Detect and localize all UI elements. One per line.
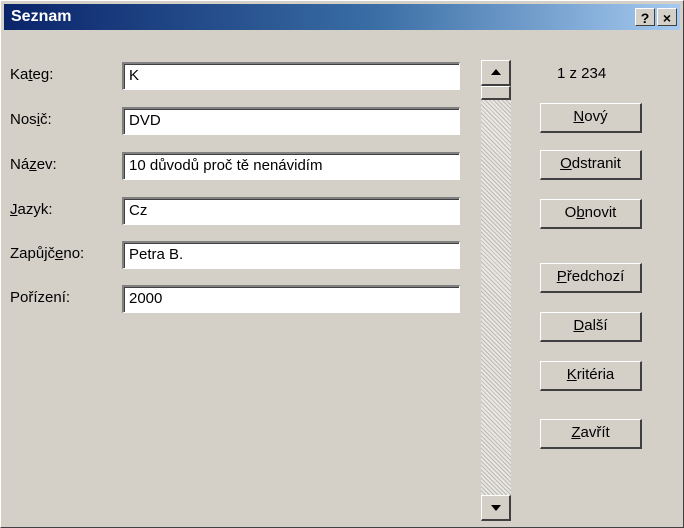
scroll-up-button[interactable] (481, 60, 511, 86)
record-counter: 1 z 234 (557, 65, 607, 82)
scroll-thumb[interactable] (481, 86, 511, 100)
jazyk-field[interactable]: Cz (122, 197, 460, 225)
record-scrollbar[interactable] (481, 60, 511, 521)
nazev-field[interactable]: 10 důvodů proč tě nenávidím (122, 152, 460, 180)
restore-button[interactable]: Obnovit (540, 199, 642, 229)
delete-button[interactable]: Odstranit (540, 150, 642, 180)
up-arrow-icon (491, 69, 501, 75)
window-title: Seznam (11, 8, 72, 25)
data-form-dialog: Seznam ? × Kateg: Nosič: Název: Jazyk: Z… (0, 0, 684, 528)
down-arrow-icon (491, 505, 501, 511)
title-bar[interactable]: Seznam ? × (4, 4, 680, 30)
nosic-field[interactable]: DVD (122, 107, 460, 135)
porizeni-field[interactable]: 2000 (122, 285, 460, 313)
label-jazyk: Jazyk: (10, 201, 53, 218)
label-porizeni: Pořízení: (10, 289, 71, 306)
label-nosic: Nosič: (10, 111, 52, 128)
close-window-button[interactable]: × (657, 8, 677, 26)
next-button[interactable]: Další (540, 312, 642, 342)
new-button[interactable]: Nový (540, 103, 642, 133)
help-button[interactable]: ? (635, 8, 655, 26)
criteria-button[interactable]: Kritéria (540, 361, 642, 391)
close-button[interactable]: Zavřít (540, 419, 642, 449)
scroll-down-button[interactable] (481, 495, 511, 521)
kateg-field[interactable]: K (122, 62, 460, 90)
previous-button[interactable]: Předchozí (540, 263, 642, 293)
label-zapujceno: Zapůjčeno: (10, 245, 85, 262)
label-kateg: Kateg: (10, 66, 54, 83)
zapujceno-field[interactable]: Petra B. (122, 241, 460, 269)
label-nazev: Název: (10, 156, 57, 173)
